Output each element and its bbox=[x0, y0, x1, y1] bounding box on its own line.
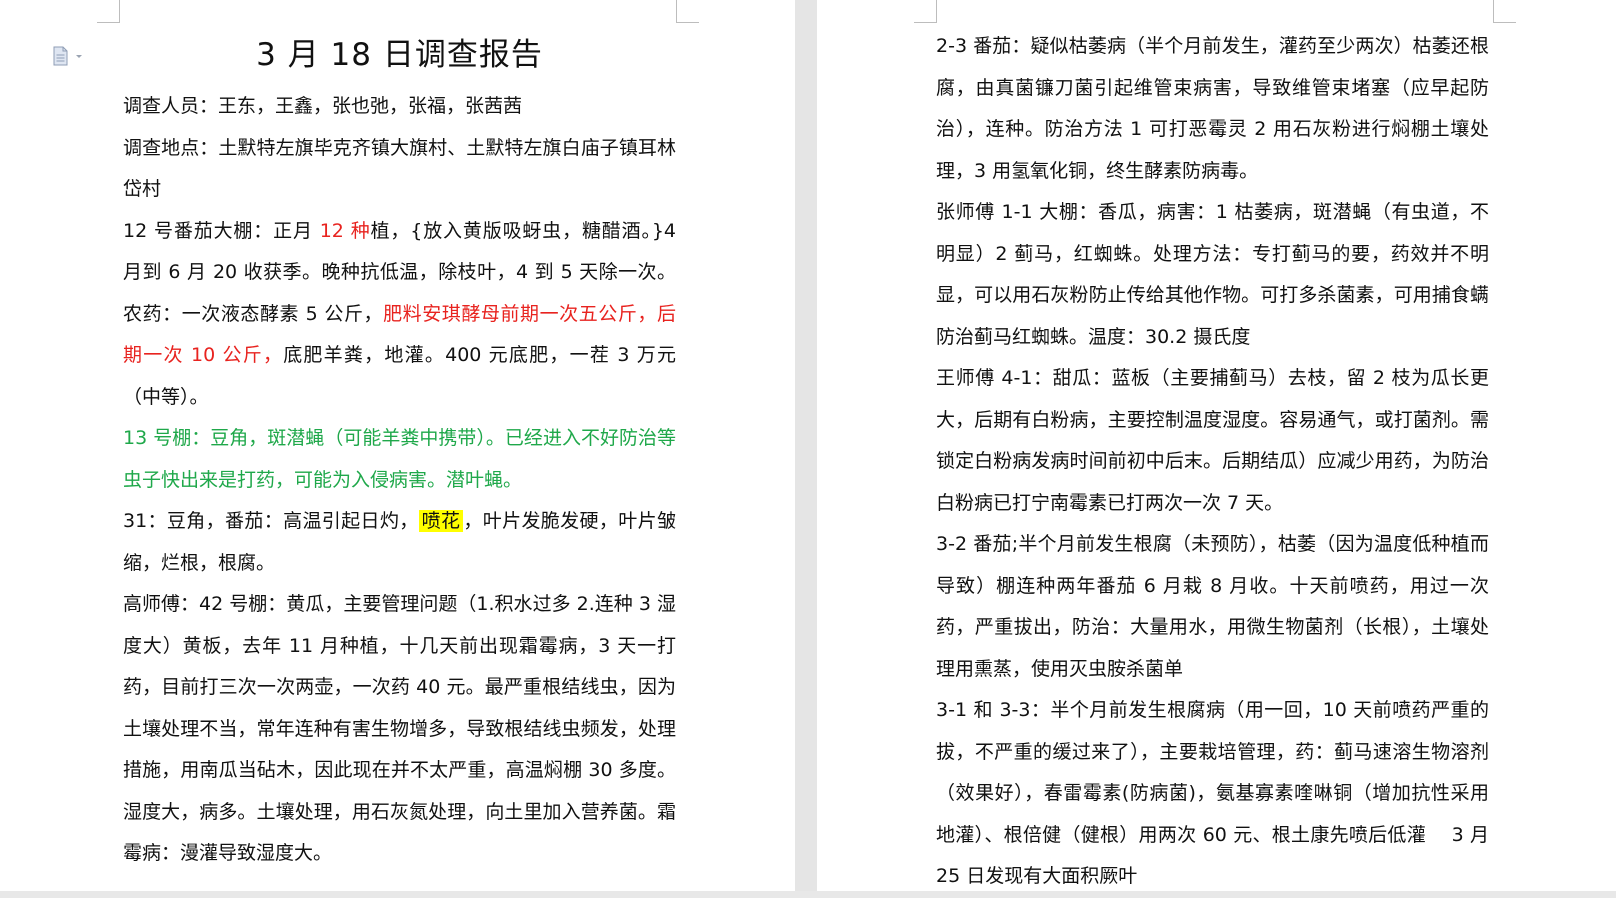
paragraph-tomato-2-3: 2-3 番茄：疑似枯萎病（半个月前发生，灌药至少两次）枯萎还根腐，由真菌镰刀菌引… bbox=[936, 26, 1489, 192]
text-run: 王师傅 4-1：甜瓜：蓝板（主要捕蓟马）去枝，留 2 枝为瓜长更大，后期有白粉病… bbox=[936, 367, 1489, 514]
text-run: 2-3 番茄：疑似枯萎病（半个月前发生，灌药至少两次）枯萎还根腐，由真菌镰刀菌引… bbox=[936, 35, 1489, 182]
text-run: 调查地点：土默特左旗毕克齐镇大旗村、土默特左旗白庙子镇耳林岱村 bbox=[123, 136, 676, 201]
highlighted-text: 喷花 bbox=[418, 510, 464, 532]
page-corner-mark bbox=[914, 0, 937, 23]
paragraph-master-zhang: 张师傅 1-1 大棚：香瓜，病害：1 枯萎病，斑潜蝇（有虫道，不明显）2 蓟马，… bbox=[936, 192, 1489, 358]
paragraph-shed-12: 12 号番茄大棚：正月 12 种植，{放入黄版吸蚜虫，糖醋酒。}4 月到 6 月… bbox=[123, 211, 676, 419]
text-run: 高师傅：42 号棚：黄瓜，主要管理问题（1.积水过多 2.连种 3 湿度大）黄板… bbox=[123, 593, 676, 864]
green-text-run: 13 号棚：豆角，斑潜蝇（可能羊粪中携带）。已经进入不好防治等虫子快出来是打药，… bbox=[123, 427, 676, 491]
text-run: 3-1 和 3-3：半个月前发生根腐病（用一回，10 天前喷药严重的拔，不严重的… bbox=[936, 699, 1489, 887]
page-corner-mark bbox=[1493, 0, 1516, 23]
page-corner-mark bbox=[676, 0, 699, 23]
text-run: 张师傅 1-1 大棚：香瓜，病害：1 枯萎病，斑潜蝇（有虫道，不明显）2 蓟马，… bbox=[936, 201, 1489, 348]
page-1-body: 调查人员：王东，王鑫，张也弛，张福，张茜茜调查地点：土默特左旗毕克齐镇大旗村、土… bbox=[123, 86, 676, 875]
paragraph-master-gao: 高师傅：42 号棚：黄瓜，主要管理问题（1.积水过多 2.连种 3 湿度大）黄板… bbox=[123, 584, 676, 875]
red-text-run: 12 种 bbox=[319, 219, 371, 242]
paragraph-shed-3-1: 3-1 和 3-3：半个月前发生根腐病（用一回，10 天前喷药严重的拔，不严重的… bbox=[936, 690, 1489, 898]
document-page-1: 3 月 18 日调查报告 调查人员：王东，王鑫，张也弛，张福，张茜茜调查地点：土… bbox=[0, 0, 795, 891]
text-run: 12 号番茄大棚：正月 bbox=[123, 219, 320, 242]
text-run: 调查人员：王东，王鑫，张也弛，张福，张茜茜 bbox=[123, 95, 523, 117]
paragraph-shed-13: 13 号棚：豆角，斑潜蝇（可能羊粪中携带）。已经进入不好防治等虫子快出来是打药，… bbox=[123, 418, 676, 501]
paragraph-investigators: 调查人员：王东，王鑫，张也弛，张福，张茜茜 bbox=[123, 86, 676, 128]
text-run: 31：豆角，番茄：高温引起日灼， bbox=[123, 510, 419, 532]
page-2-body: 2-3 番茄：疑似枯萎病（半个月前发生，灌药至少两次）枯萎还根腐，由真菌镰刀菌引… bbox=[936, 26, 1489, 898]
page-title: 3 月 18 日调查报告 bbox=[256, 37, 543, 73]
paragraph-location: 调查地点：土默特左旗毕克齐镇大旗村、土默特左旗白庙子镇耳林岱村 bbox=[123, 128, 676, 211]
page-gap bbox=[795, 0, 817, 891]
text-run: 3-2 番茄;半个月前发生根腐（未预防），枯萎（因为温度低种植而导致）棚连种两年… bbox=[936, 533, 1489, 680]
paragraph-master-wang: 王师傅 4-1：甜瓜：蓝板（主要捕蓟马）去枝，留 2 枝为瓜长更大，后期有白粉病… bbox=[936, 358, 1489, 524]
document-dropdown-icon[interactable] bbox=[52, 46, 86, 66]
paragraph-tomato-3-2: 3-2 番茄;半个月前发生根腐（未预防），枯萎（因为温度低种植而导致）棚连种两年… bbox=[936, 524, 1489, 690]
paragraph-shed-31: 31：豆角，番茄：高温引起日灼， 喷花 ，叶片发脆发硬，叶片皱缩，烂根，根腐。 bbox=[123, 501, 676, 584]
page-corner-mark bbox=[97, 0, 120, 23]
